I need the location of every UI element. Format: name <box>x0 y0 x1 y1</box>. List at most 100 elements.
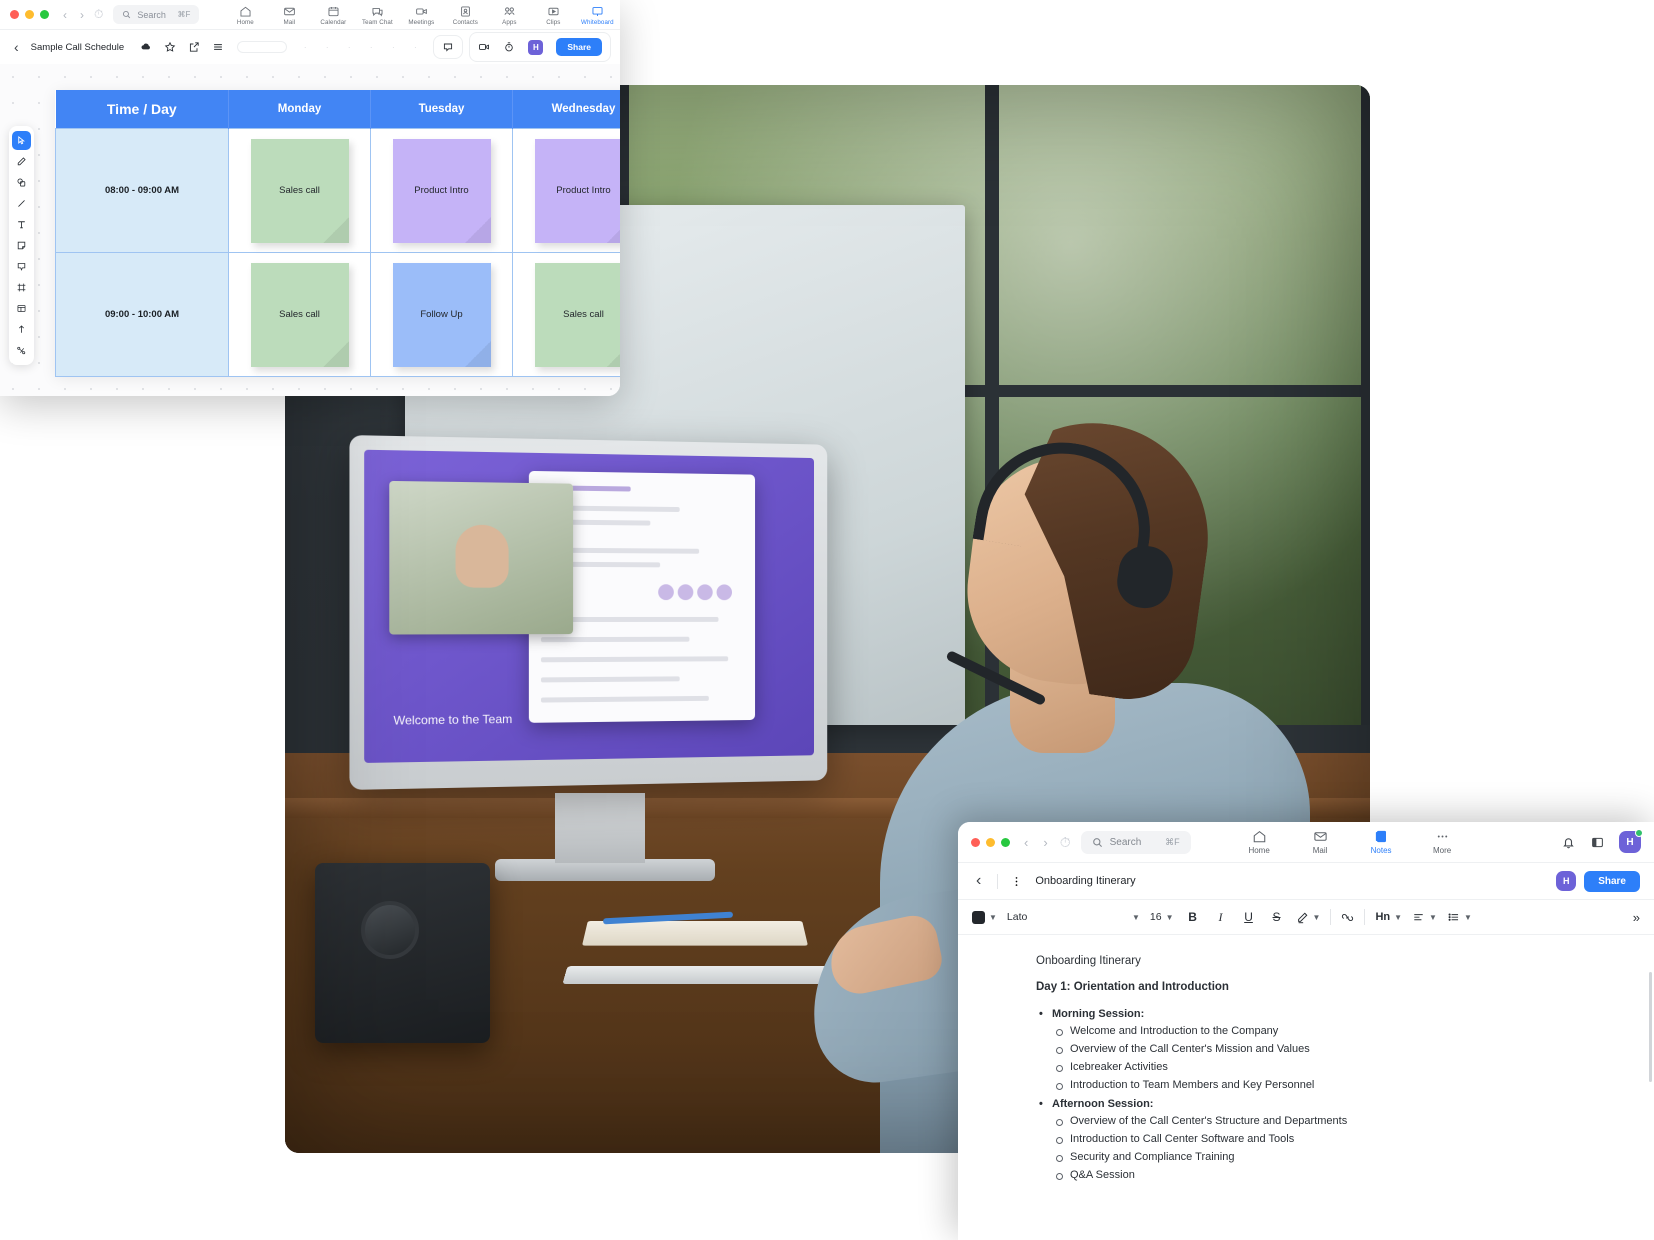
strikethrough-button[interactable]: S <box>1268 910 1286 924</box>
star-icon[interactable] <box>164 41 176 53</box>
heading-select[interactable]: Hn ▼ <box>1375 911 1402 923</box>
whiteboard-right-actions: H Share <box>434 33 610 61</box>
back-icon[interactable]: ‹ <box>63 8 67 22</box>
menu-icon[interactable] <box>212 41 224 53</box>
history-icon[interactable]: ⏱ <box>1060 834 1071 851</box>
nav-item-notes[interactable]: Notes <box>1351 829 1412 855</box>
highlight-button[interactable]: ▼ <box>1296 911 1321 924</box>
chevron-down-icon: ▼ <box>1429 913 1437 922</box>
nav-item-contacts[interactable]: Contacts <box>443 4 487 26</box>
avatar[interactable]: H <box>528 40 543 55</box>
list-select[interactable]: ▼ <box>1447 911 1472 924</box>
forward-icon[interactable]: › <box>1043 835 1047 850</box>
notes-document-body[interactable]: Onboarding Itinerary Day 1: Orientation … <box>958 935 1654 1185</box>
nav-item-more[interactable]: More <box>1412 829 1473 855</box>
clips-icon <box>547 5 560 18</box>
back-icon[interactable]: ‹ <box>1024 835 1028 850</box>
notes-back-button[interactable]: ‹ <box>972 872 985 890</box>
schedule-cell[interactable]: Product Intro <box>513 129 621 253</box>
avatar[interactable]: H <box>1619 831 1641 853</box>
nav-item-clips[interactable]: Clips <box>531 4 575 26</box>
doc-actions <box>140 41 224 53</box>
nav-item-meetings[interactable]: Meetings <box>399 4 443 26</box>
toolbar-overflow-button[interactable]: » <box>1633 910 1640 925</box>
font-family-select[interactable]: Lato ▼ <box>1007 911 1140 923</box>
video-icon <box>415 5 428 18</box>
underline-button[interactable]: U <box>1240 910 1258 924</box>
nav-item-calendar[interactable]: Calendar <box>311 4 355 26</box>
minimize-button[interactable] <box>986 838 995 847</box>
bold-button[interactable]: B <box>1184 910 1202 924</box>
link-icon[interactable] <box>1341 911 1354 924</box>
tool-text[interactable] <box>12 215 31 234</box>
table-row: 09:00 - 10:00 AM Sales call Follow Up Sa… <box>56 253 621 377</box>
tool-pen[interactable] <box>12 152 31 171</box>
nav-item-apps[interactable]: Apps <box>487 4 531 26</box>
schedule-cell[interactable]: Follow Up <box>371 253 513 377</box>
font-size-select[interactable]: 16 ▼ <box>1150 911 1174 923</box>
sticky-note[interactable]: Sales call <box>251 139 349 243</box>
nav-label: Home <box>1248 846 1269 855</box>
sticky-note[interactable]: Product Intro <box>535 139 621 243</box>
sticky-note[interactable]: Sales call <box>535 263 621 367</box>
session-actions[interactable]: H Share <box>470 33 610 61</box>
nav-label: Clips <box>546 19 560 26</box>
schedule-cell[interactable]: Product Intro <box>371 129 513 253</box>
sidebar-toggle-icon[interactable] <box>1590 835 1605 850</box>
nav-item-home[interactable]: Home <box>1229 829 1290 855</box>
minimize-button[interactable] <box>25 10 34 19</box>
history-icon[interactable]: ⏱ <box>94 7 103 22</box>
nav-item-home[interactable]: Home <box>223 4 267 26</box>
forward-icon[interactable]: › <box>80 8 84 22</box>
sticky-note[interactable]: Sales call <box>251 263 349 367</box>
export-icon[interactable] <box>188 41 200 53</box>
nav-label: Calendar <box>320 19 346 26</box>
italic-button[interactable]: I <box>1212 910 1230 925</box>
search-icon <box>1092 837 1103 848</box>
tool-upload[interactable] <box>12 320 31 339</box>
close-button[interactable] <box>971 838 980 847</box>
search-input[interactable]: Search ⌘F <box>1081 831 1191 854</box>
nav-item-team-chat[interactable]: Team Chat <box>355 4 399 26</box>
bell-icon[interactable] <box>1561 835 1576 850</box>
tool-connector[interactable] <box>12 341 31 360</box>
video-icon[interactable] <box>478 41 490 53</box>
nav-item-mail[interactable]: Mail <box>1290 829 1351 855</box>
schedule-cell[interactable]: Sales call <box>513 253 621 377</box>
kebab-menu-icon[interactable] <box>1010 875 1023 888</box>
back-button[interactable]: ‹ <box>10 39 23 55</box>
sticky-note[interactable]: Product Intro <box>393 139 491 243</box>
call-schedule-table[interactable]: Time / Day Monday Tuesday Wednesday 08:0… <box>55 90 620 377</box>
table-icon <box>16 303 27 314</box>
avatar[interactable]: H <box>1556 871 1576 891</box>
whiteboard-canvas[interactable]: Time / Day Monday Tuesday Wednesday 08:0… <box>0 64 620 396</box>
tool-select[interactable] <box>12 131 31 150</box>
window-controls[interactable] <box>971 838 1010 847</box>
maximize-button[interactable] <box>1001 838 1010 847</box>
nav-item-mail[interactable]: Mail <box>267 4 311 26</box>
text-color-picker[interactable]: ▼ <box>972 911 997 924</box>
window-controls[interactable] <box>10 10 49 19</box>
cloud-save-icon[interactable] <box>140 41 152 53</box>
align-select[interactable]: ▼ <box>1412 911 1437 924</box>
share-button[interactable]: Share <box>1584 871 1640 892</box>
tool-frame[interactable] <box>12 278 31 297</box>
tool-table[interactable] <box>12 299 31 318</box>
schedule-cell[interactable]: Sales call <box>229 129 371 253</box>
tool-sticky-note[interactable] <box>12 236 31 255</box>
notes-docbar: ‹ Onboarding Itinerary H Share <box>958 862 1654 899</box>
schedule-cell[interactable]: Sales call <box>229 253 371 377</box>
nav-item-whiteboard[interactable]: Whiteboard <box>575 4 619 26</box>
notes-scrollbar[interactable] <box>1649 972 1652 1082</box>
tool-comment[interactable] <box>12 257 31 276</box>
timer-icon[interactable] <box>503 41 515 53</box>
nav-label: Meetings <box>408 19 434 26</box>
search-input[interactable]: Search ⌘F <box>113 5 199 24</box>
comment-button[interactable] <box>434 36 462 58</box>
tool-line[interactable] <box>12 194 31 213</box>
sticky-note[interactable]: Follow Up <box>393 263 491 367</box>
share-button[interactable]: Share <box>556 38 602 56</box>
maximize-button[interactable] <box>40 10 49 19</box>
tool-shapes[interactable] <box>12 173 31 192</box>
close-button[interactable] <box>10 10 19 19</box>
